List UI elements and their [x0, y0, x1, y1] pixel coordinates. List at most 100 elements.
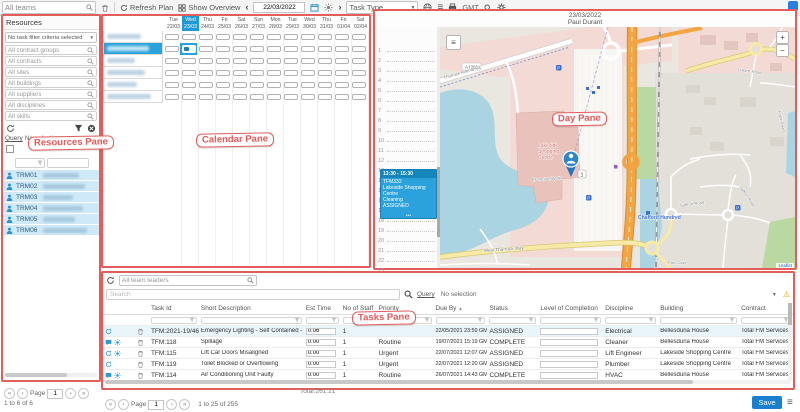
resource-row[interactable]: TRM05: [3, 214, 99, 225]
tasks-hscrollbar[interactable]: [105, 380, 791, 384]
calendar-cell[interactable]: [180, 55, 197, 67]
calendar-day-header[interactable]: Thu31/03: [318, 16, 335, 31]
save-button[interactable]: Save: [752, 396, 782, 409]
filter-all-suppliers[interactable]: All suppliers: [5, 89, 97, 99]
calendar-cell[interactable]: [265, 43, 282, 55]
task-row[interactable]: TFM:118Spillage1Routine19/07/2021 15:19 …: [103, 337, 793, 348]
resources-hscrollbar[interactable]: [5, 373, 97, 377]
task-row[interactable]: TFM:115Lift Car Doors Misaligned1Urgent2…: [103, 348, 793, 359]
calendar-cell[interactable]: [248, 55, 265, 67]
calendar-day-header[interactable]: Fri25/03: [216, 16, 233, 31]
est-time-input[interactable]: [306, 361, 336, 368]
capacity-chip[interactable]: [216, 70, 230, 76]
calendar-day-header[interactable]: Sat02/04: [352, 16, 369, 31]
task-resize-handle[interactable]: •••: [381, 215, 436, 218]
capacity-chip[interactable]: [284, 70, 298, 76]
capacity-chip[interactable]: [267, 82, 281, 88]
capacity-chip[interactable]: [267, 94, 281, 100]
capacity-chip[interactable]: [165, 82, 179, 88]
calendar-cell[interactable]: [333, 55, 350, 67]
capacity-chip[interactable]: [182, 82, 196, 88]
capacity-chip[interactable]: [182, 94, 196, 100]
column-filter-input[interactable]: [741, 317, 791, 324]
capacity-chip[interactable]: [233, 82, 247, 88]
capacity-chip[interactable]: [182, 58, 196, 64]
task-row[interactable]: TFM:119Toilet Blocked or Overflowing1Urg…: [103, 359, 793, 370]
teams-filter-input[interactable]: All teams: [2, 1, 96, 14]
filter-all-contract-groups[interactable]: All contract groups: [5, 45, 97, 55]
recurring-icon[interactable]: [105, 350, 112, 357]
map-zoom-in-button[interactable]: +: [776, 31, 789, 44]
capacity-chip[interactable]: [335, 46, 349, 52]
column-filter-input[interactable]: [660, 317, 737, 324]
capacity-chip[interactable]: [233, 94, 247, 100]
calendar-cell[interactable]: [248, 79, 265, 91]
capacity-chip[interactable]: [199, 94, 213, 100]
calendar-cell[interactable]: [180, 91, 197, 103]
calendar-resource-name[interactable]: [103, 43, 163, 55]
page-input[interactable]: [47, 389, 63, 399]
calendar-cell[interactable]: [265, 67, 282, 79]
calendar-day-header[interactable]: Wed23/03: [182, 16, 199, 31]
capacity-chip[interactable]: [335, 94, 349, 100]
calendar-cell[interactable]: [163, 43, 180, 55]
chat-icon[interactable]: [105, 339, 112, 346]
sun-icon[interactable]: [114, 350, 121, 357]
capacity-chip[interactable]: [318, 58, 332, 64]
capacity-chip[interactable]: [199, 46, 213, 52]
calendar-day-header[interactable]: Wed30/03: [301, 16, 318, 31]
calendar-resource-name[interactable]: [103, 67, 163, 79]
capacity-chip[interactable]: [284, 46, 298, 52]
calendar-cell[interactable]: [299, 67, 316, 79]
capacity-chip[interactable]: [233, 70, 247, 76]
calendar-resource-name[interactable]: [103, 31, 163, 43]
menu-icon[interactable]: ≡: [787, 397, 793, 408]
calendar-cell[interactable]: [214, 43, 231, 55]
recurring-icon[interactable]: [105, 328, 112, 335]
tasks-vscrollbar[interactable]: [788, 303, 792, 381]
capacity-chip[interactable]: [199, 82, 213, 88]
calendar-cell[interactable]: [299, 31, 316, 43]
calendar-cell[interactable]: [180, 67, 197, 79]
name-column-filter[interactable]: [47, 158, 89, 168]
calendar-cell[interactable]: [265, 31, 282, 43]
level-of-completion-input[interactable]: [540, 361, 598, 368]
capacity-chip[interactable]: [318, 94, 332, 100]
calendar-cell[interactable]: [282, 43, 299, 55]
calendar-cell[interactable]: [350, 55, 367, 67]
capacity-chip[interactable]: [216, 34, 230, 40]
calendar-day-header[interactable]: Fri01/04: [335, 16, 352, 31]
recurring-icon[interactable]: [105, 361, 112, 368]
task-query-link[interactable]: Query: [417, 291, 435, 298]
select-all-checkbox[interactable]: [6, 145, 14, 153]
calendar-cell[interactable]: [214, 55, 231, 67]
calendar-cell[interactable]: [231, 31, 248, 43]
tasks-page-input[interactable]: [148, 400, 164, 410]
trash-icon[interactable]: [137, 372, 144, 379]
level-of-completion-input[interactable]: [540, 328, 598, 335]
calendar-cell[interactable]: [350, 91, 367, 103]
level-of-completion-input[interactable]: [540, 372, 598, 379]
est-time-input[interactable]: [306, 350, 336, 357]
capacity-chip[interactable]: [216, 46, 230, 52]
trash-icon[interactable]: [137, 328, 144, 335]
column-filter-input[interactable]: [436, 317, 486, 324]
est-time-input[interactable]: [306, 372, 336, 379]
chat-icon[interactable]: [105, 372, 112, 379]
column-header-due-by[interactable]: Due By▲: [434, 305, 488, 312]
calendar-cell[interactable]: [197, 79, 214, 91]
calendar-cell[interactable]: [282, 91, 299, 103]
task-row[interactable]: TFM:2021-19/463Emergency Lighting - Self…: [103, 326, 793, 337]
calendar-cell[interactable]: [333, 91, 350, 103]
capacity-chip[interactable]: [301, 70, 315, 76]
capacity-chip[interactable]: [335, 58, 349, 64]
calendar-cell[interactable]: [197, 55, 214, 67]
capacity-chip[interactable]: [250, 82, 264, 88]
column-header-contract[interactable]: Contract: [739, 305, 793, 312]
calendar-cell[interactable]: [197, 67, 214, 79]
calendar-cell[interactable]: [265, 91, 282, 103]
calendar-cell[interactable]: [163, 91, 180, 103]
column-header-status[interactable]: Status: [487, 305, 538, 312]
calendar-cell[interactable]: [214, 91, 231, 103]
calendar-day-header[interactable]: Thu24/03: [199, 16, 216, 31]
